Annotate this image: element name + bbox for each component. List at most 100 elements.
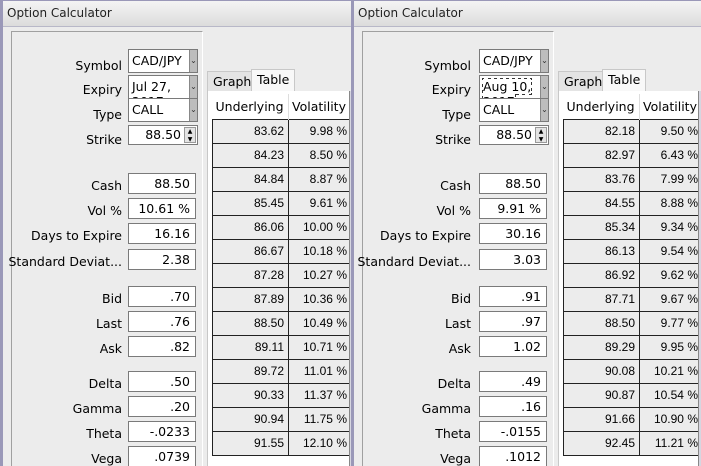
tab-graph[interactable]: Graph <box>558 71 609 92</box>
window-title[interactable]: Option Calculator <box>3 1 352 27</box>
field-value[interactable]: -.0155 <box>479 421 547 442</box>
field-value[interactable]: 10.61 % <box>128 198 196 219</box>
table-row[interactable]: 82.18 9.50 % <box>563 118 701 144</box>
table-panel: Underlying Volatility 83.62 9.98 % 84.23 8.50… <box>207 91 352 466</box>
field-label: Ask <box>448 341 471 356</box>
table-row[interactable]: 84.55 8.88 % <box>563 190 701 216</box>
volatility-cell: 8.50 % <box>288 142 352 168</box>
strike-value: 88.50 <box>496 127 532 142</box>
chevron-down-icon[interactable]: ⌄ <box>540 50 548 72</box>
expiry-dropdown[interactable]: Aug 10, 2017⌄ <box>479 75 549 110</box>
field-value[interactable]: .49 <box>479 371 547 392</box>
field-value[interactable]: 3.03 <box>479 249 547 270</box>
type-value: CALL <box>483 102 515 117</box>
symbol-label: Symbol <box>75 58 122 73</box>
chevron-down-icon[interactable]: ⌄ <box>540 99 548 121</box>
field-value[interactable]: .50 <box>128 371 196 392</box>
field-value[interactable]: .1012 <box>479 446 547 466</box>
column-header-volatility[interactable]: Volatility <box>288 94 352 119</box>
field-value[interactable]: 2.38 <box>128 249 196 270</box>
table-row[interactable]: 90.94 11.75 % <box>212 406 352 432</box>
field-label: Vol % <box>436 203 471 218</box>
table-row[interactable]: 82.97 6.43 % <box>563 142 701 168</box>
field-label: Vega <box>91 451 122 466</box>
field-value[interactable]: .70 <box>128 286 196 307</box>
table-row[interactable]: 86.67 10.18 % <box>212 238 352 264</box>
table-row[interactable]: 87.28 10.27 % <box>212 262 352 288</box>
column-header-volatility[interactable]: Volatility <box>639 94 701 119</box>
table-row[interactable]: 84.23 8.50 % <box>212 142 352 168</box>
table-row[interactable]: 85.45 9.61 % <box>212 190 352 216</box>
table-row[interactable]: 87.89 10.36 % <box>212 286 352 312</box>
underlying-cell: 86.06 <box>212 214 289 240</box>
strike-value: 88.50 <box>145 127 181 142</box>
table-row[interactable]: 91.55 12.10 % <box>212 430 352 456</box>
field-value[interactable]: .97 <box>479 311 547 332</box>
symbol-dropdown[interactable]: CAD/JPY ⌄ <box>128 49 198 73</box>
underlying-cell: 83.76 <box>563 166 640 192</box>
strike-spinner[interactable]: 88.50 ▲ ▼ <box>128 125 198 145</box>
chevron-down-icon[interactable]: ⌄ <box>189 50 197 72</box>
column-header-underlying[interactable]: Underlying <box>563 94 640 119</box>
field-value[interactable]: .76 <box>128 311 196 332</box>
field-value[interactable]: .91 <box>479 286 547 307</box>
underlying-cell: 90.08 <box>563 358 640 384</box>
table-row[interactable]: 89.29 9.95 % <box>563 334 701 360</box>
table-row[interactable]: 85.34 9.34 % <box>563 214 701 240</box>
chevron-down-icon[interactable]: ⌄ <box>189 99 197 121</box>
symbol-dropdown[interactable]: CAD/JPY ⌄ <box>479 49 549 73</box>
underlying-cell: 89.11 <box>212 334 289 360</box>
table-row[interactable]: 83.62 9.98 % <box>212 118 352 144</box>
expiry-dropdown[interactable]: Jul 27, 2017⌄ <box>128 75 198 109</box>
underlying-cell: 91.55 <box>212 430 289 456</box>
field-label: Last <box>444 316 471 331</box>
tab-table[interactable]: Table <box>251 69 296 92</box>
volatility-cell: 10.71 % <box>288 334 352 360</box>
field-value[interactable]: .20 <box>128 396 196 417</box>
window-title[interactable]: Option Calculator <box>354 1 701 27</box>
table-row[interactable]: 90.87 10.54 % <box>563 382 701 408</box>
spinner-arrows-icon[interactable]: ▲ ▼ <box>535 127 547 143</box>
table-row[interactable]: 84.84 8.87 % <box>212 166 352 192</box>
volatility-cell: 10.27 % <box>288 262 352 288</box>
table-row[interactable]: 90.08 10.21 % <box>563 358 701 384</box>
field-value[interactable]: 88.50 <box>479 173 547 194</box>
column-header-underlying[interactable]: Underlying <box>212 94 289 119</box>
field-value[interactable]: -.0233 <box>128 421 196 442</box>
tab-table[interactable]: Table <box>602 69 647 92</box>
strike-spinner[interactable]: 88.50 ▲ ▼ <box>479 125 549 145</box>
table-row[interactable]: 83.76 7.99 % <box>563 166 701 192</box>
field-value[interactable]: .0739 <box>128 446 196 466</box>
volatility-cell: 10.90 % <box>639 406 701 432</box>
field-value[interactable]: 9.91 % <box>479 198 547 219</box>
volatility-cell: 10.21 % <box>639 358 701 384</box>
field-value[interactable]: 88.50 <box>128 173 196 194</box>
table-row[interactable]: 91.66 10.90 % <box>563 406 701 432</box>
tab-graph[interactable]: Graph <box>207 71 258 92</box>
table-row[interactable]: 88.50 9.77 % <box>563 310 701 336</box>
field-label: Vol % <box>87 203 122 218</box>
underlying-cell: 89.72 <box>212 358 289 384</box>
spinner-arrows-icon[interactable]: ▲ ▼ <box>184 127 196 143</box>
chevron-down-icon[interactable]: ⌄ <box>189 76 197 98</box>
field-value[interactable]: 16.16 <box>128 223 196 244</box>
table-row[interactable]: 88.50 10.49 % <box>212 310 352 336</box>
volatility-cell: 10.36 % <box>288 286 352 312</box>
field-value[interactable]: .16 <box>479 396 547 417</box>
field-value[interactable]: .82 <box>128 336 196 357</box>
table-row[interactable]: 89.72 11.01 % <box>212 358 352 384</box>
table-row[interactable]: 90.33 11.37 % <box>212 382 352 408</box>
type-dropdown[interactable]: CALL ⌄ <box>128 98 198 122</box>
field-label: Gamma <box>72 401 122 416</box>
table-row[interactable]: 86.13 9.54 % <box>563 238 701 264</box>
field-value[interactable]: 30.16 <box>479 223 547 244</box>
table-row[interactable]: 86.92 9.62 % <box>563 262 701 288</box>
chevron-down-icon[interactable]: ⌄ <box>540 76 548 98</box>
volatility-cell: 9.54 % <box>639 238 701 264</box>
table-row[interactable]: 89.11 10.71 % <box>212 334 352 360</box>
table-row[interactable]: 87.71 9.67 % <box>563 286 701 312</box>
field-value[interactable]: 1.02 <box>479 336 547 357</box>
type-dropdown[interactable]: CALL ⌄ <box>479 98 549 122</box>
table-row[interactable]: 92.45 11.21 % <box>563 430 701 456</box>
table-row[interactable]: 86.06 10.00 % <box>212 214 352 240</box>
